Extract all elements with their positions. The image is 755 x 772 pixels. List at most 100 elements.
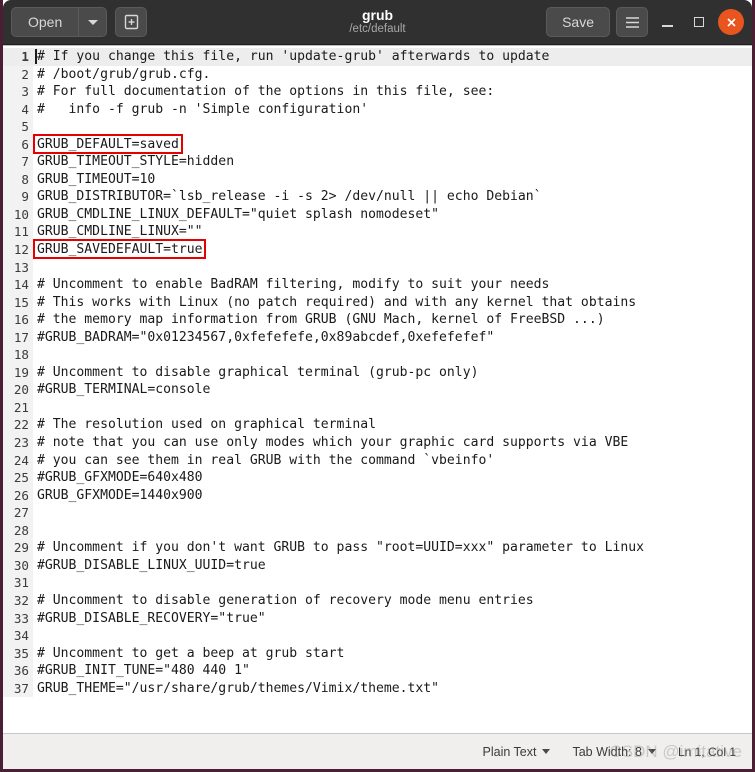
code-line[interactable]: 31: [3, 574, 752, 592]
code-line[interactable]: 18: [3, 346, 752, 364]
code-line-text[interactable]: # Uncomment to disable graphical termina…: [33, 364, 478, 382]
line-number: 18: [3, 346, 33, 364]
code-lines-container[interactable]: 1 # If you change this file, run 'update-…: [3, 46, 752, 698]
new-document-button[interactable]: [115, 7, 148, 37]
code-line[interactable]: 32 # Uncomment to disable generation of r…: [3, 591, 752, 610]
code-line-text[interactable]: # The resolution used on graphical termi…: [33, 416, 376, 434]
code-line[interactable]: 33 #GRUB_DISABLE_RECOVERY="true": [3, 609, 752, 628]
code-line-text[interactable]: [33, 522, 37, 540]
code-line[interactable]: 10 GRUB_CMDLINE_LINUX_DEFAULT="quiet spla…: [3, 205, 752, 224]
tab-width-selector[interactable]: Tab Width: 8: [572, 744, 656, 759]
line-number: 26: [3, 486, 33, 505]
code-line-text[interactable]: # This works with Linux (no patch requir…: [33, 294, 636, 312]
code-line-text[interactable]: #GRUB_INIT_TUNE="480 440 1": [33, 662, 250, 680]
code-line-text[interactable]: # Uncomment to enable BadRAM filtering, …: [33, 276, 549, 294]
hamburger-menu-button[interactable]: [616, 7, 648, 37]
close-button[interactable]: [718, 9, 744, 35]
code-line[interactable]: 1 # If you change this file, run 'update-…: [3, 48, 752, 66]
code-line[interactable]: 37 GRUB_THEME="/usr/share/grub/themes/Vim…: [3, 679, 752, 698]
code-line[interactable]: 25 #GRUB_GFXMODE=640x480: [3, 469, 752, 487]
code-line[interactable]: 7 GRUB_TIMEOUT_STYLE=hidden: [3, 153, 752, 171]
code-line[interactable]: 30 #GRUB_DISABLE_LINUX_UUID=true: [3, 556, 752, 575]
cursor-position-indicator: Ln 1, Col 1: [678, 745, 738, 759]
code-line-text[interactable]: [33, 399, 37, 417]
code-line[interactable]: 20 #GRUB_TERMINAL=console: [3, 381, 752, 399]
code-line-text[interactable]: GRUB_GFXMODE=1440x900: [33, 487, 203, 505]
code-line[interactable]: 11 GRUB_CMDLINE_LINUX="": [3, 223, 752, 242]
code-line-text[interactable]: [33, 574, 37, 592]
code-line-text[interactable]: # For full documentation of the options …: [33, 83, 494, 101]
code-line-text[interactable]: GRUB_CMDLINE_LINUX_DEFAULT="quiet splash…: [33, 206, 439, 224]
code-line-text[interactable]: #GRUB_TERMINAL=console: [33, 381, 210, 399]
line-number: 35: [3, 644, 33, 663]
code-line[interactable]: 9 GRUB_DISTRIBUTOR=`lsb_release -i -s 2> …: [3, 188, 752, 206]
line-number: 1: [3, 48, 33, 66]
code-line[interactable]: 15 # This works with Linux (no patch requ…: [3, 293, 752, 312]
code-line-text[interactable]: [33, 504, 37, 522]
tab-width-label: Tab Width: 8: [572, 744, 642, 759]
code-line[interactable]: 8 GRUB_TIMEOUT=10: [3, 170, 752, 189]
code-line[interactable]: 6 GRUB_DEFAULT=saved: [3, 133, 752, 154]
chevron-down-icon: [542, 749, 551, 754]
code-line-text[interactable]: GRUB_DISTRIBUTOR=`lsb_release -i -s 2> /…: [33, 188, 542, 206]
code-line-text[interactable]: [33, 118, 37, 136]
code-line[interactable]: 4 # info -f grub -n 'Simple configuration…: [3, 100, 752, 119]
code-line-text[interactable]: # If you change this file, run 'update-g…: [33, 48, 549, 66]
code-line-text[interactable]: #GRUB_DISABLE_RECOVERY="true": [33, 610, 266, 628]
code-line[interactable]: 3 # For full documentation of the options…: [3, 83, 752, 101]
code-line[interactable]: 23 # note that you can use only modes whi…: [3, 434, 752, 452]
code-line[interactable]: 27: [3, 504, 752, 522]
code-line-text[interactable]: GRUB_DEFAULT=saved: [33, 133, 183, 154]
text-editor-view[interactable]: 1 # If you change this file, run 'update-…: [3, 45, 752, 733]
code-line-text[interactable]: GRUB_TIMEOUT=10: [33, 171, 155, 189]
code-line-text[interactable]: GRUB_THEME="/usr/share/grub/themes/Vimix…: [33, 680, 439, 698]
code-line-text[interactable]: # the memory map information from GRUB (…: [33, 311, 605, 329]
code-line[interactable]: 21: [3, 398, 752, 417]
maximize-button[interactable]: [686, 9, 712, 35]
code-line-text[interactable]: GRUB_CMDLINE_LINUX="": [33, 223, 203, 241]
code-line[interactable]: 36 #GRUB_INIT_TUNE="480 440 1": [3, 662, 752, 680]
save-button[interactable]: Save: [546, 7, 610, 37]
code-line-text[interactable]: # you can see them in real GRUB with the…: [33, 452, 494, 470]
code-line-text[interactable]: [33, 627, 37, 645]
code-line-text[interactable]: GRUB_SAVEDEFAULT=true: [33, 239, 207, 260]
code-line-text[interactable]: GRUB_TIMEOUT_STYLE=hidden: [33, 153, 234, 171]
code-line-text[interactable]: # Uncomment to get a beep at grub start: [33, 645, 344, 663]
hamburger-icon: [625, 16, 639, 28]
code-line[interactable]: 22 # The resolution used on graphical ter…: [3, 416, 752, 435]
code-line-text[interactable]: # Uncomment to disable generation of rec…: [33, 592, 534, 610]
code-line[interactable]: 2 # /boot/grub/grub.cfg.: [3, 65, 752, 84]
code-line[interactable]: 34: [3, 627, 752, 645]
code-line[interactable]: 29 # Uncomment if you don't want GRUB to …: [3, 539, 752, 557]
code-line[interactable]: 14 # Uncomment to enable BadRAM filtering…: [3, 276, 752, 294]
open-button[interactable]: Open: [11, 7, 80, 37]
code-line[interactable]: 5: [3, 118, 752, 136]
code-line-text[interactable]: #GRUB_BADRAM="0x01234567,0xfefefefe,0x89…: [33, 329, 494, 347]
line-number: 19: [3, 363, 33, 382]
line-number: 28: [3, 521, 33, 540]
code-line[interactable]: 19 # Uncomment to disable graphical termi…: [3, 363, 752, 382]
code-line[interactable]: 26 GRUB_GFXMODE=1440x900: [3, 486, 752, 505]
code-line-text[interactable]: #GRUB_GFXMODE=640x480: [33, 469, 203, 487]
line-number: 13: [3, 258, 33, 277]
language-selector[interactable]: Plain Text: [483, 745, 551, 759]
code-line-text[interactable]: [33, 259, 37, 277]
code-line-text[interactable]: [33, 346, 37, 364]
code-line[interactable]: 28: [3, 521, 752, 540]
minimize-button[interactable]: [654, 9, 680, 35]
code-line-text[interactable]: # note that you can use only modes which…: [33, 434, 628, 452]
line-number: 20: [3, 381, 33, 399]
code-line[interactable]: 13: [3, 258, 752, 277]
code-line[interactable]: 35 # Uncomment to get a beep at grub star…: [3, 644, 752, 663]
cursor-position-label: Ln 1, Col 1: [677, 744, 736, 759]
open-dropdown-button[interactable]: [79, 7, 108, 37]
code-line[interactable]: 24 # you can see them in real GRUB with t…: [3, 451, 752, 470]
code-line-text[interactable]: # Uncomment if you don't want GRUB to pa…: [33, 539, 644, 557]
code-line[interactable]: 17 #GRUB_BADRAM="0x01234567,0xfefefefe,0x…: [3, 328, 752, 347]
code-line[interactable]: 12 GRUB_SAVEDEFAULT=true: [3, 239, 752, 260]
code-line-text[interactable]: # info -f grub -n 'Simple configuration': [33, 101, 368, 119]
code-line-text[interactable]: #GRUB_DISABLE_LINUX_UUID=true: [33, 557, 266, 575]
title-bar: Open grub /etc/default Save: [3, 0, 752, 45]
code-line-text[interactable]: # /boot/grub/grub.cfg.: [33, 66, 210, 84]
code-line[interactable]: 16 # the memory map information from GRUB…: [3, 311, 752, 329]
